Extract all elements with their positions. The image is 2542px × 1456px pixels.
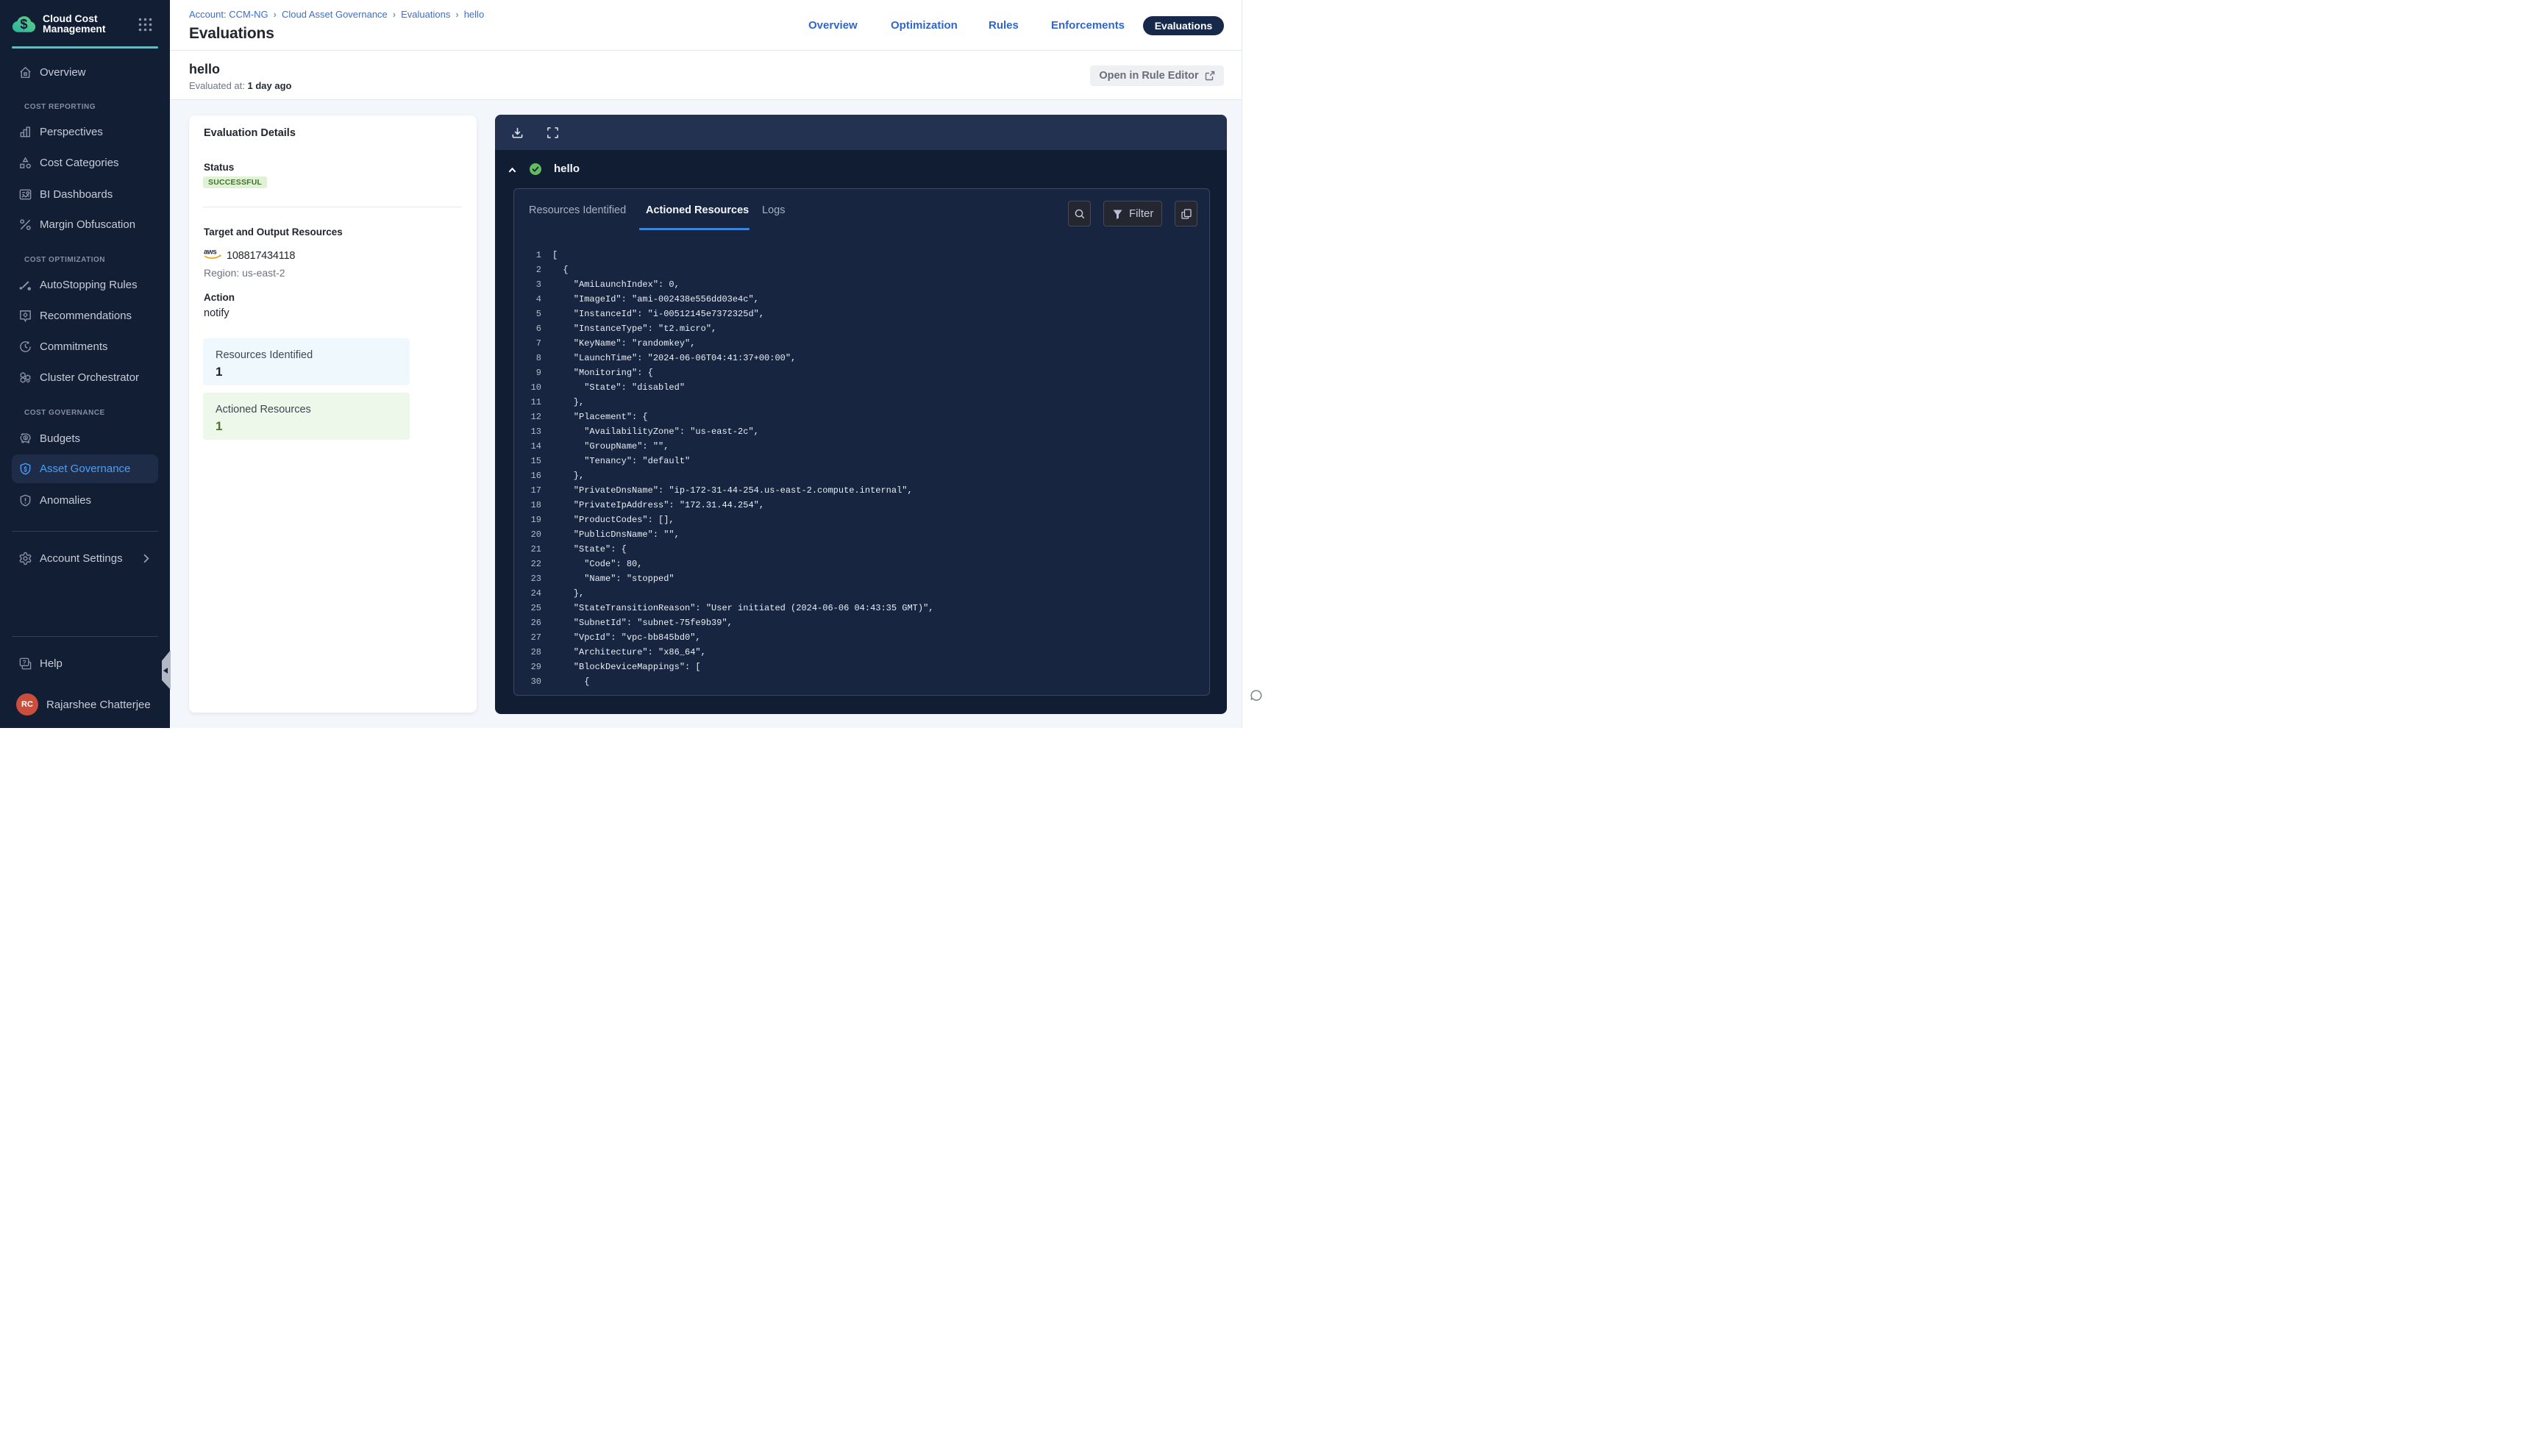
svg-text:$: $: [20, 16, 27, 32]
svg-text:aws: aws: [204, 248, 217, 256]
svg-text:?: ?: [22, 658, 26, 665]
